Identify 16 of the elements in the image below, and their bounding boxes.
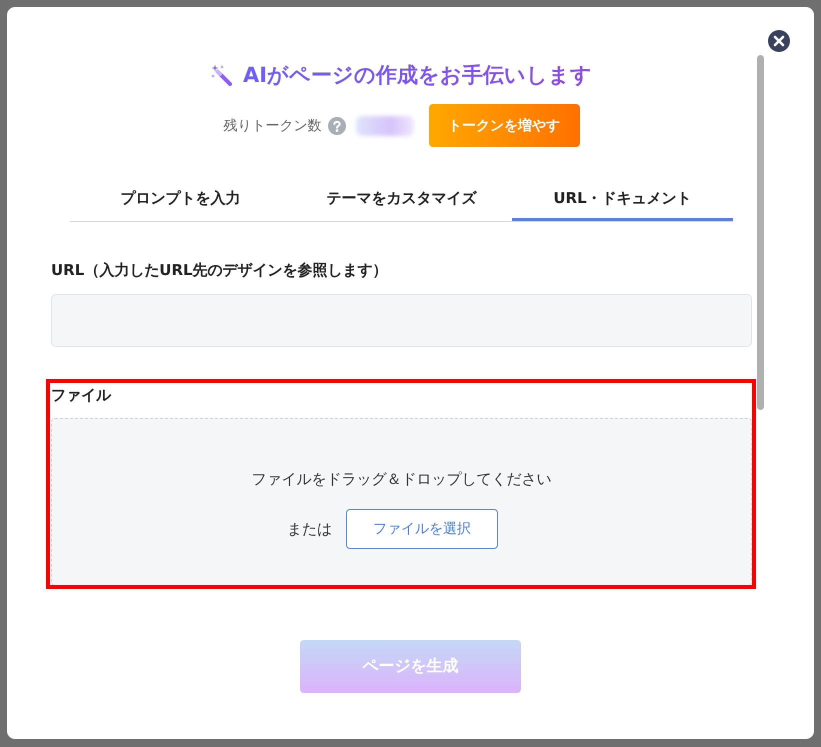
url-input-field[interactable] [51,294,752,347]
tab[interactable]: テーマをカスタマイズ [291,179,512,221]
blurred-value-block [356,116,414,136]
drop-hint-text: ファイルをドラッグ＆ドロップしてください [252,469,552,490]
file-field-label: ファイル [51,385,111,405]
help-icon[interactable] [328,116,346,134]
file-drop-zone[interactable]: ファイルをドラッグ＆ドロップしてください または ファイルを選択 [51,418,752,586]
or-text: または [287,520,332,538]
magic-wand-icon [210,64,233,86]
tab[interactable]: URL・ドキュメント [512,179,733,221]
tab[interactable]: プロンプトを入力 [70,179,291,221]
token-label: 残りトークン数 [224,116,322,134]
choose-file-button[interactable]: ファイルを選択 [346,509,498,549]
scrollbar-thumb[interactable] [757,55,764,410]
close-icon[interactable] [768,30,790,52]
url-field-label: URL（入力したURL先のデザインを参照します） [51,260,388,280]
